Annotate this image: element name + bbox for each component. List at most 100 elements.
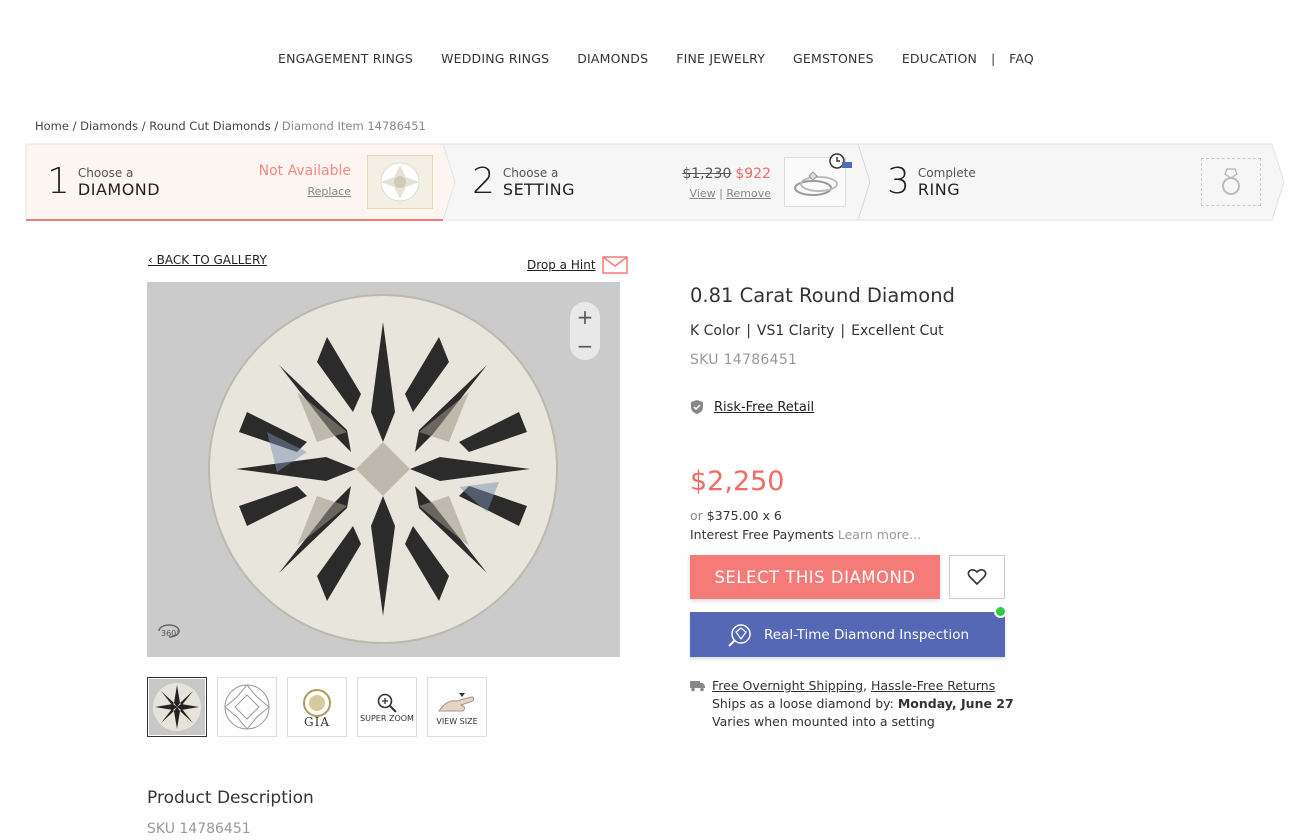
step-title: SETTING	[502, 179, 576, 199]
zoom-out-button[interactable]: −	[577, 334, 594, 358]
selected-diamond-thumbnail[interactable]	[367, 155, 433, 209]
rotate-360-icon[interactable]: 360°	[155, 619, 183, 647]
step-caption: Complete	[917, 165, 976, 180]
drop-a-hint[interactable]: Drop a Hint	[527, 256, 628, 274]
diamond-main-image[interactable]: + − 360°	[147, 282, 620, 657]
diamond-specs: K Color | VS1 Clarity | Excellent Cut	[690, 323, 944, 339]
gia-seal-icon	[303, 688, 331, 717]
thumb-diamond-photo[interactable]	[147, 677, 207, 737]
magnifier-icon	[377, 693, 397, 713]
nav-faq[interactable]: FAQ	[995, 51, 1048, 66]
product-sku: SKU 14786451	[690, 352, 798, 368]
rotate-360-label: 360°	[161, 629, 180, 638]
step-number: 3	[887, 161, 910, 202]
view-size-caption: VIEW SIZE	[436, 716, 478, 726]
back-to-gallery-link[interactable]: ‹ BACK TO GALLERY	[148, 253, 267, 267]
thumb-gia-certificate[interactable]: GIA	[287, 677, 347, 737]
hand-icon	[438, 692, 475, 711]
zoom-in-button[interactable]: +	[577, 305, 594, 329]
wishlist-button[interactable]	[949, 555, 1005, 599]
diamond-magnifier-icon	[728, 623, 751, 647]
not-available-text: Not Available	[258, 163, 351, 179]
nav-wedding-rings[interactable]: WEDDING RINGS	[427, 51, 563, 66]
step-number: 1	[47, 161, 70, 202]
diamond-photo-icon	[149, 679, 205, 735]
back-label: BACK TO GALLERY	[156, 253, 267, 267]
installment-info: or $375.00 x 6	[690, 508, 782, 523]
thumb-view-size[interactable]: VIEW SIZE	[427, 677, 487, 737]
ship-date: Monday, June 27	[897, 696, 1014, 711]
chevron-left-icon: ‹	[148, 253, 157, 267]
nav-gemstones[interactable]: GEMSTONES	[779, 51, 888, 66]
setting-old-price: $1,230	[682, 166, 732, 182]
learn-more-link[interactable]: Learn more...	[838, 527, 921, 542]
free-shipping-link[interactable]: Free Overnight Shipping	[712, 678, 863, 693]
step-number: 2	[472, 161, 495, 202]
spec-separator: |	[746, 323, 751, 339]
envelope-heart-icon	[601, 256, 628, 274]
free-returns-link[interactable]: Hassle-Free Returns	[871, 678, 995, 693]
thumb-super-zoom[interactable]: SUPER ZOOM	[357, 677, 417, 737]
step-title: DIAMOND	[77, 179, 161, 199]
product-description-heading: Product Description	[147, 788, 314, 808]
nav-fine-jewelry[interactable]: FINE JEWELRY	[662, 51, 779, 66]
step-choose-diamond[interactable]: 1 Choose a DIAMOND	[47, 143, 160, 221]
inspection-label: Real-Time Diamond Inspection	[763, 626, 970, 643]
diamond-image	[147, 282, 620, 657]
step-caption: Choose a	[77, 165, 134, 180]
step-choose-setting[interactable]: 2 Choose a SETTING	[472, 143, 575, 221]
links-separator: |	[719, 187, 723, 200]
replace-link[interactable]: Replace	[253, 185, 351, 198]
nav-diamonds[interactable]: DIAMONDS	[563, 51, 662, 66]
step-title: RING	[917, 179, 961, 199]
shipping-clock-icon	[829, 153, 852, 169]
setting-price: $1,230 $922 View | Remove	[665, 163, 771, 200]
interest-free-text: Interest Free Payments	[690, 527, 834, 542]
varies-text: Varies when mounted into a setting	[712, 714, 935, 729]
ring-icon	[1222, 168, 1240, 195]
real-time-inspection-button[interactable]: Real-Time Diamond Inspection	[690, 612, 1005, 657]
breadcrumb-diamonds[interactable]: Diamonds	[80, 119, 138, 133]
main-nav: ENGAGEMENT RINGS WEDDING RINGS DIAMONDS …	[0, 51, 1312, 66]
setting-new-price: $922	[735, 166, 771, 182]
interest-info: Interest Free Payments Learn more...	[690, 527, 921, 542]
nav-education[interactable]: EDUCATION	[888, 51, 991, 66]
breadcrumb-current: Diamond Item 14786451	[281, 119, 426, 133]
gallery-thumbnails: GIA SUPER ZOOM VIEW SIZE	[147, 677, 487, 737]
nav-engagement-rings[interactable]: ENGAGEMENT RINGS	[264, 51, 427, 66]
breadcrumb: Home / Diamonds / Round Cut Diamonds / D…	[35, 119, 426, 133]
breadcrumb-sep: /	[270, 119, 282, 133]
shipping-info: Free Overnight Shipping, Hassle-Free Ret…	[690, 678, 1014, 729]
remove-setting-link[interactable]: Remove	[726, 187, 771, 200]
breadcrumb-round-cut[interactable]: Round Cut Diamonds	[149, 119, 270, 133]
zoom-controls: + −	[570, 302, 600, 360]
complete-ring-placeholder	[1201, 158, 1261, 206]
online-status-dot	[994, 605, 1007, 618]
product-title: 0.81 Carat Round Diamond	[690, 284, 955, 307]
installment-amount: $375.00 x 6	[706, 508, 782, 523]
spec-cut: Excellent Cut	[851, 323, 944, 339]
ships-text: Ships as a loose diamond by:	[712, 696, 894, 711]
breadcrumb-sep: /	[138, 119, 150, 133]
diamond-thumb-icon	[380, 162, 420, 202]
breadcrumb-home[interactable]: Home	[35, 119, 69, 133]
view-setting-link[interactable]: View	[690, 187, 716, 200]
diamond-status: Not Available Replace	[253, 163, 351, 198]
spec-separator: |	[840, 323, 846, 339]
build-ring-steps: 1 Choose a DIAMOND Not Available Replace…	[25, 143, 1285, 221]
thumb-diamond-diagram[interactable]	[217, 677, 277, 737]
shield-icon	[691, 400, 703, 414]
product-price: $2,250	[690, 466, 785, 497]
ship-date-row: Ships as a loose diamond by: Monday, Jun…	[712, 696, 1014, 711]
select-diamond-button[interactable]: SELECT THIS DIAMOND	[690, 555, 940, 599]
description-sku: SKU 14786451	[147, 821, 251, 837]
step-caption: Choose a	[502, 165, 559, 180]
step-complete-ring[interactable]: 3 Complete RING	[887, 143, 976, 221]
shipping-comma: ,	[863, 678, 867, 693]
drop-hint-label: Drop a Hint	[527, 258, 596, 272]
gia-caption: GIA	[304, 714, 330, 729]
spec-color: K Color	[690, 323, 741, 339]
breadcrumb-sep: /	[68, 119, 81, 133]
risk-free-retail[interactable]: Risk-Free Retail	[690, 399, 814, 415]
spec-clarity: VS1 Clarity	[756, 323, 835, 339]
